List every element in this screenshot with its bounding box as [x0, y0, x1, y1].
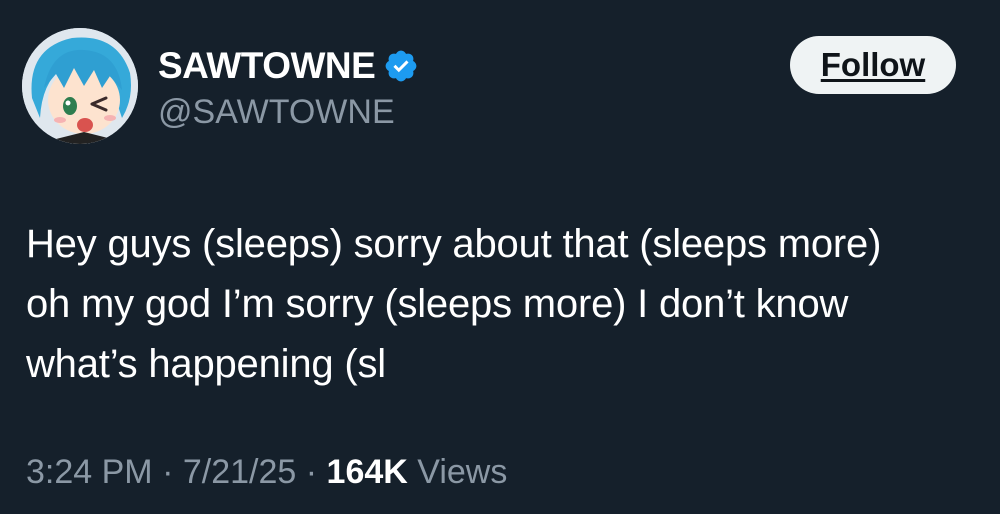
- author-handle[interactable]: @SAWTOWNE: [158, 90, 395, 134]
- tweet-text-line: what’s happening (sl: [26, 342, 386, 386]
- meta-separator: ·: [162, 453, 174, 491]
- anime-character-avatar-icon: [22, 28, 138, 144]
- verified-badge-icon: [383, 48, 419, 84]
- follow-button[interactable]: Follow: [790, 36, 956, 94]
- author-display-name[interactable]: SAWTOWNE: [158, 40, 376, 92]
- tweet-text-line: oh my god I’m sorry (sleeps more) I don’…: [26, 282, 849, 326]
- views-label: Views: [417, 453, 508, 491]
- tweet-date[interactable]: 7/21/25: [183, 453, 296, 491]
- tweet-text-line: Hey guys (sleeps) sorry about that (slee…: [26, 222, 882, 266]
- tweet-card: SAWTOWNE @SAWTOWNE Follow Hey guys (slee…: [0, 0, 1000, 514]
- author-name-row: SAWTOWNE: [158, 40, 419, 92]
- tweet-meta: 3:24 PM · 7/21/25 · 164K Views: [26, 448, 507, 496]
- meta-separator: ·: [305, 453, 318, 491]
- views-count[interactable]: 164K: [327, 453, 408, 491]
- tweet-time[interactable]: 3:24 PM: [26, 453, 153, 491]
- tweet-text: Hey guys (sleeps) sorry about that (slee…: [26, 214, 976, 394]
- avatar[interactable]: [22, 28, 138, 144]
